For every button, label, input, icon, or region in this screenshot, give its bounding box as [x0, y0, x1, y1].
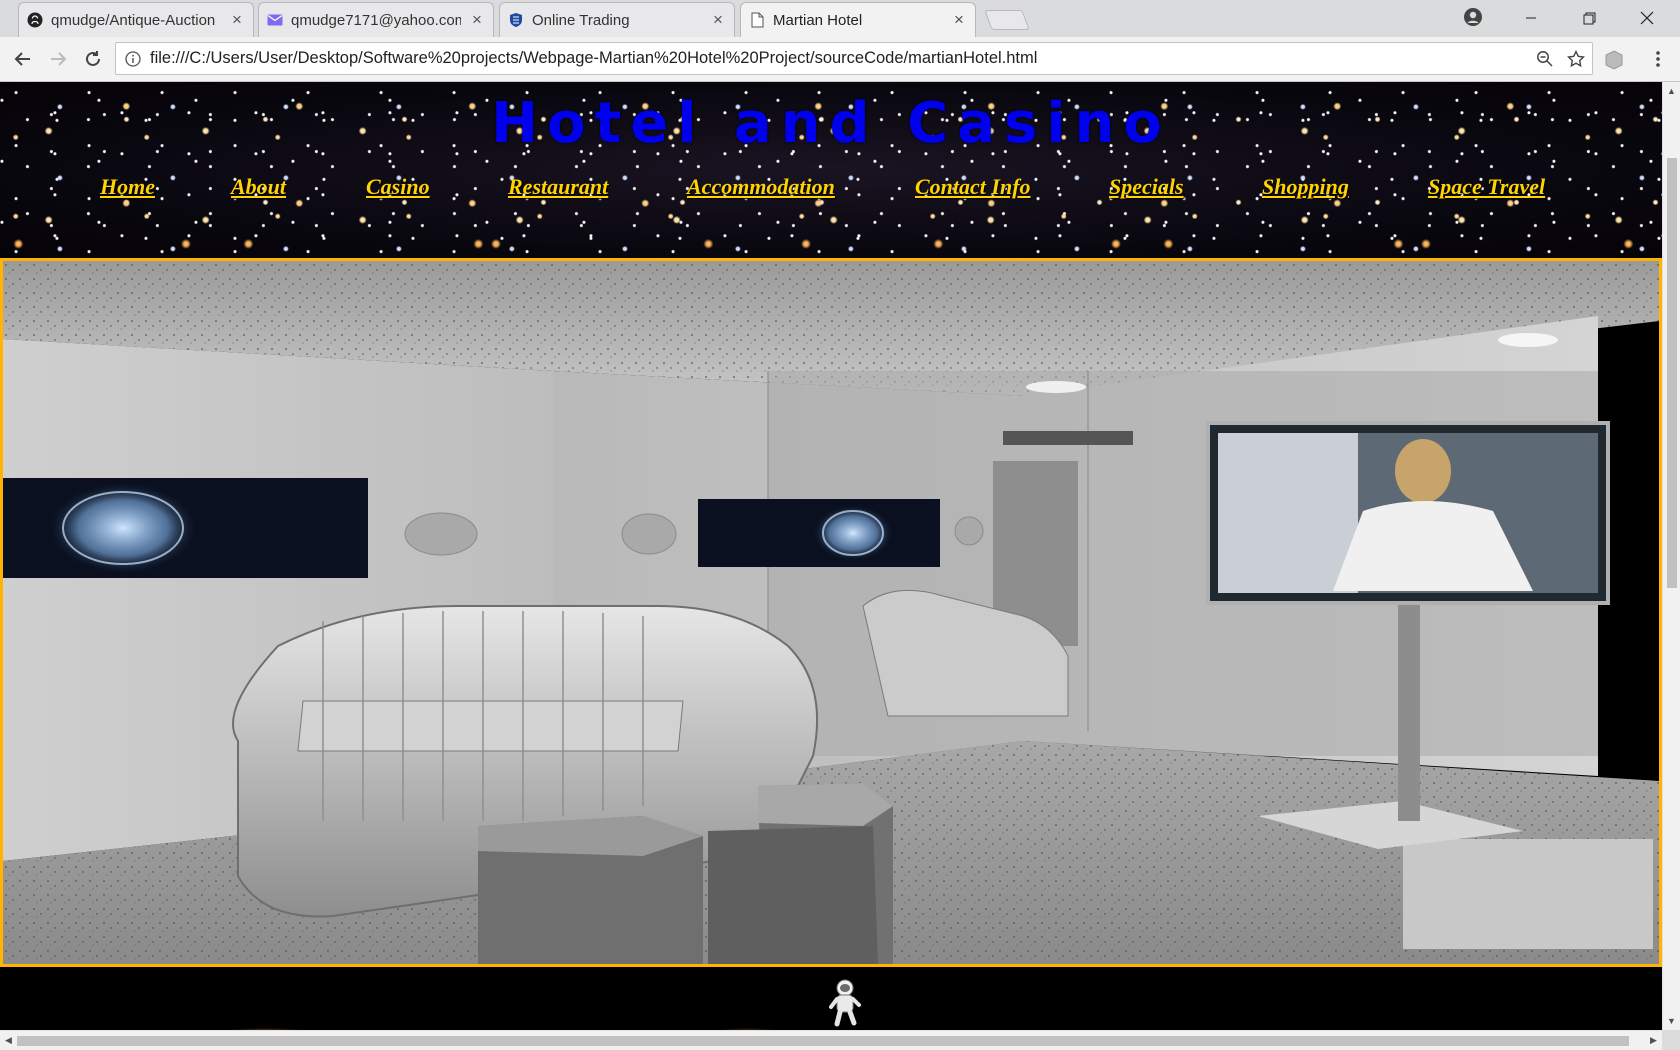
close-icon[interactable]: ×	[469, 10, 485, 30]
info-icon[interactable]	[116, 50, 150, 67]
site-navigation: Home About Casino Restaurant Accommodati…	[0, 174, 1662, 218]
scroll-up-icon[interactable]: ▲	[1663, 82, 1680, 99]
address-bar[interactable]: file:///C:/Users/User/Desktop/Software%2…	[115, 42, 1593, 75]
tab-title: qmudge7171@yahoo.com	[291, 11, 461, 29]
nav-link-home[interactable]: Home	[100, 174, 155, 200]
lounge-room-illustration	[3, 261, 1659, 964]
page-viewport: Hotel and Casino Home About Casino Resta…	[0, 82, 1662, 1030]
forward-button[interactable]	[43, 45, 73, 73]
github-icon	[27, 12, 43, 28]
reload-button[interactable]	[78, 45, 108, 73]
tab-martian-hotel[interactable]: Martian Hotel ×	[740, 2, 976, 37]
mail-icon	[267, 12, 283, 28]
scroll-left-icon[interactable]: ◀	[0, 1032, 17, 1049]
nav-link-space-travel[interactable]: Space Travel	[1428, 174, 1545, 200]
restore-button[interactable]	[1560, 0, 1618, 36]
minimize-button[interactable]	[1502, 0, 1560, 36]
tab-online-trading[interactable]: Online Trading ×	[499, 2, 735, 37]
browser-toolbar: file:///C:/Users/User/Desktop/Software%2…	[0, 37, 1680, 82]
site-title: Hotel and Casino	[491, 91, 1171, 156]
new-tab-button[interactable]	[984, 10, 1030, 30]
nav-link-accommodation[interactable]: Accommodation	[687, 174, 835, 200]
zoom-icon[interactable]	[1528, 50, 1560, 67]
tab-title: Martian Hotel	[773, 11, 863, 29]
page-icon	[749, 12, 765, 28]
bookmark-star-icon[interactable]	[1560, 49, 1592, 68]
vertical-scroll-thumb[interactable]	[1667, 158, 1677, 588]
nav-link-shopping[interactable]: Shopping	[1262, 174, 1349, 200]
browser-tab-bar: qmudge/Antique-Auction × qmudge7171@yaho…	[0, 0, 1680, 37]
close-icon[interactable]: ×	[710, 10, 726, 30]
scroll-down-icon[interactable]: ▼	[1663, 1012, 1680, 1029]
astronaut-icon	[828, 977, 862, 1027]
bank-shield-icon	[508, 12, 524, 28]
vertical-scrollbar[interactable]: ▲ ▼	[1662, 82, 1680, 1030]
url-text[interactable]: file:///C:/Users/User/Desktop/Software%2…	[150, 49, 1528, 68]
scroll-right-icon[interactable]: ▶	[1645, 1032, 1662, 1049]
horizontal-scrollbar[interactable]: ◀ ▶	[0, 1030, 1662, 1050]
tab-github[interactable]: qmudge/Antique-Auction ×	[18, 2, 254, 37]
nav-link-casino[interactable]: Casino	[366, 174, 430, 200]
tab-yahoo-mail[interactable]: qmudge7171@yahoo.com ×	[258, 2, 494, 37]
nav-link-about[interactable]: About	[231, 174, 286, 200]
profile-icon[interactable]	[1460, 4, 1486, 30]
close-icon[interactable]: ×	[229, 10, 245, 30]
nav-link-specials[interactable]: Specials	[1109, 174, 1184, 200]
browser-menu-icon[interactable]	[1645, 45, 1671, 73]
tab-title: Online Trading	[532, 11, 630, 29]
tab-title: qmudge/Antique-Auction	[51, 11, 216, 29]
scrollbar-corner	[1662, 1030, 1680, 1050]
nav-link-restaurant[interactable]: Restaurant	[508, 174, 608, 200]
extension-icon[interactable]	[1603, 49, 1625, 71]
hero-image	[0, 258, 1662, 967]
back-button[interactable]	[8, 45, 38, 73]
site-footer	[0, 967, 1662, 1030]
site-header: Hotel and Casino Home About Casino Resta…	[0, 82, 1662, 258]
nav-link-contact-info[interactable]: Contact Info	[915, 174, 1031, 200]
horizontal-scroll-thumb[interactable]	[17, 1036, 1629, 1046]
close-icon[interactable]: ×	[951, 10, 967, 30]
close-window-button[interactable]	[1618, 0, 1676, 36]
